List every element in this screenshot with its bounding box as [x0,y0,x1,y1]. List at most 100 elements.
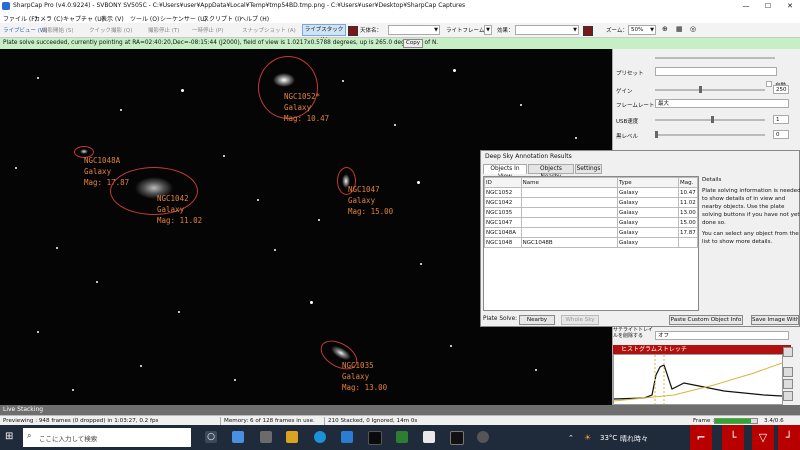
usb-speed-slider-track[interactable] [655,119,765,121]
usb-speed-input[interactable]: 1 [773,115,789,124]
save-image-button[interactable]: Save Image With [751,315,799,325]
record-control-icon[interactable]: └ [722,425,744,450]
table-row[interactable]: NGC1048 NGC1048B Galaxy [484,237,698,248]
gain-value-input[interactable]: 250 [773,85,789,94]
top-slider-track[interactable] [655,57,775,59]
live-stack-button[interactable]: ライブスタック (L) [302,24,346,43]
histogram-title: ヒストグラムストレッチ [621,346,687,353]
color-swatch-icon[interactable] [348,26,358,36]
quick-capture-button[interactable]: クイック撮影 (Q) [89,26,132,34]
details-text-1: Plate solving information is needed to s… [702,188,800,226]
deep-sky-annotation-dialog: Deep Sky Annotation Results Objects In V… [480,150,800,327]
minimize-button[interactable]: — [736,0,756,12]
chevron-down-icon[interactable]: ▽ [752,425,774,450]
table-row[interactable]: NGC1035 Galaxy 13.00 [484,207,698,218]
whole-sky-button[interactable]: Whole Sky [561,315,599,325]
usb-speed-slider-thumb[interactable] [711,116,714,123]
panel-settings-icon[interactable] [783,347,793,357]
column-header-mag[interactable]: Mag. [678,177,698,188]
auto-checkbox[interactable] [766,81,772,87]
taskbar-search-box[interactable]: ⌕ ここに入力して検索 [23,428,191,447]
windows-start-icon[interactable]: ⊞ [5,432,15,442]
tab-objects-in-view[interactable]: Objects In View [483,164,527,180]
menu-sequencer[interactable]: シーケンサー (U) [160,14,207,23]
store-icon[interactable] [341,431,353,443]
widgets-icon[interactable] [232,431,244,443]
menu-tools[interactable]: ツール (O) [130,14,159,23]
gain-slider-track[interactable] [655,89,765,91]
cell-id: NGC1042 [484,197,522,208]
effect-select[interactable]: ▼ [515,25,579,35]
black-level-input[interactable]: 0 [773,130,789,139]
focus-icon[interactable]: ◎ [690,25,696,33]
settings-app-icon[interactable] [260,431,272,443]
chevron-down-icon: ▼ [573,27,577,33]
panel-pin-icon[interactable] [783,391,793,401]
color-swatch-icon[interactable] [583,26,593,36]
dialog-title: Deep Sky Annotation Results [485,153,572,160]
maximize-button[interactable]: ☐ [758,0,778,12]
black-level-slider-track[interactable] [655,134,765,136]
paste-custom-object-info-button[interactable]: Paste Custom Object Info [669,315,743,325]
task-view-icon[interactable]: ○ [205,431,217,443]
panel-save-icon[interactable] [783,379,793,389]
menu-view[interactable]: 表示 (V) [101,14,124,23]
nearby-button[interactable]: Nearby [519,315,555,325]
menu-scripting[interactable]: スクリプト (I) [203,14,241,23]
app-icon[interactable] [423,431,435,443]
table-row[interactable]: NGC1042 Galaxy 11.02 [484,197,698,208]
star [72,389,74,391]
target-name-select[interactable]: ▼ [388,25,440,35]
frame-type-label: ライトフレーム [446,28,485,34]
histogram-chart[interactable] [613,354,783,405]
frame-rate-select[interactable]: 最大 [655,99,789,108]
app-icon[interactable] [477,431,489,443]
sharpcap-taskbar-icon[interactable] [450,431,464,445]
gain-slider-thumb[interactable] [699,86,702,93]
star [453,69,456,72]
zoom-select[interactable]: 50% ▼ [628,25,656,35]
live-view-button[interactable]: ライブビュー (W) [3,26,47,34]
tab-objects-nearby[interactable]: Objects Nearby [528,164,574,180]
start-capture-button[interactable]: 撮影開始 (S) [42,26,74,34]
cell-type: Galaxy [617,207,679,218]
column-header-id[interactable]: ID [484,177,522,188]
pause-button[interactable]: 一時停止 (P) [192,26,223,34]
satellite-trail-select[interactable]: オフ [655,331,789,340]
app-icon[interactable] [396,431,408,443]
close-button[interactable]: ✕ [780,0,800,12]
edge-browser-icon[interactable] [314,431,326,443]
record-control-icon[interactable]: ⌐ [690,425,712,450]
table-row[interactable]: NGC1047 Galaxy 15.00 [484,217,698,228]
column-header-type[interactable]: Type [617,177,679,188]
grid-icon[interactable]: ▦ [676,25,683,33]
frame-type-select[interactable]: ▼ [484,25,492,35]
black-level-slider-thumb[interactable] [655,131,658,138]
menu-help[interactable]: ヘルプ (H) [240,14,269,23]
copy-button[interactable]: Copy [403,39,423,48]
stop-capture-button[interactable]: 撮影停止 (T) [148,26,179,34]
annotation-ngc1052: NGC1052* Galaxy Mag: 10.47 [284,92,330,123]
file-explorer-icon[interactable] [286,431,298,443]
tab-settings[interactable]: Settings [575,164,602,174]
terminal-icon[interactable] [368,431,382,445]
crosshair-icon[interactable]: ⊕ [662,25,668,33]
annotation-ngc1042: NGC1042 Galaxy Mag: 11.02 [157,194,203,225]
menu-file[interactable]: ファイル (F) [3,14,37,23]
table-row[interactable]: NGC1052 Galaxy 10.47 [484,187,698,198]
chevron-up-icon[interactable]: ⌃ [568,434,574,442]
panel-reset-icon[interactable] [783,367,793,377]
search-icon: ⌕ [27,431,32,440]
column-header-name[interactable]: Name [520,177,619,188]
histogram-stretch-header[interactable]: ヒストグラムストレッチ [613,345,791,354]
preset-label: プリセット [616,71,644,77]
preset-select[interactable] [655,67,777,76]
star [181,89,184,92]
menu-camera[interactable]: カメラ (C) [34,14,63,23]
menu-capture[interactable]: キャプチャ (U) [63,14,104,23]
table-row[interactable]: NGC1048A Galaxy 17.87 [484,227,698,238]
live-stacking-tab[interactable]: Live Stacking [0,405,800,415]
record-control-icon[interactable]: ┘ [778,425,800,450]
cell-name [520,217,619,228]
snapshot-button[interactable]: スナップショット (A) [242,26,296,34]
